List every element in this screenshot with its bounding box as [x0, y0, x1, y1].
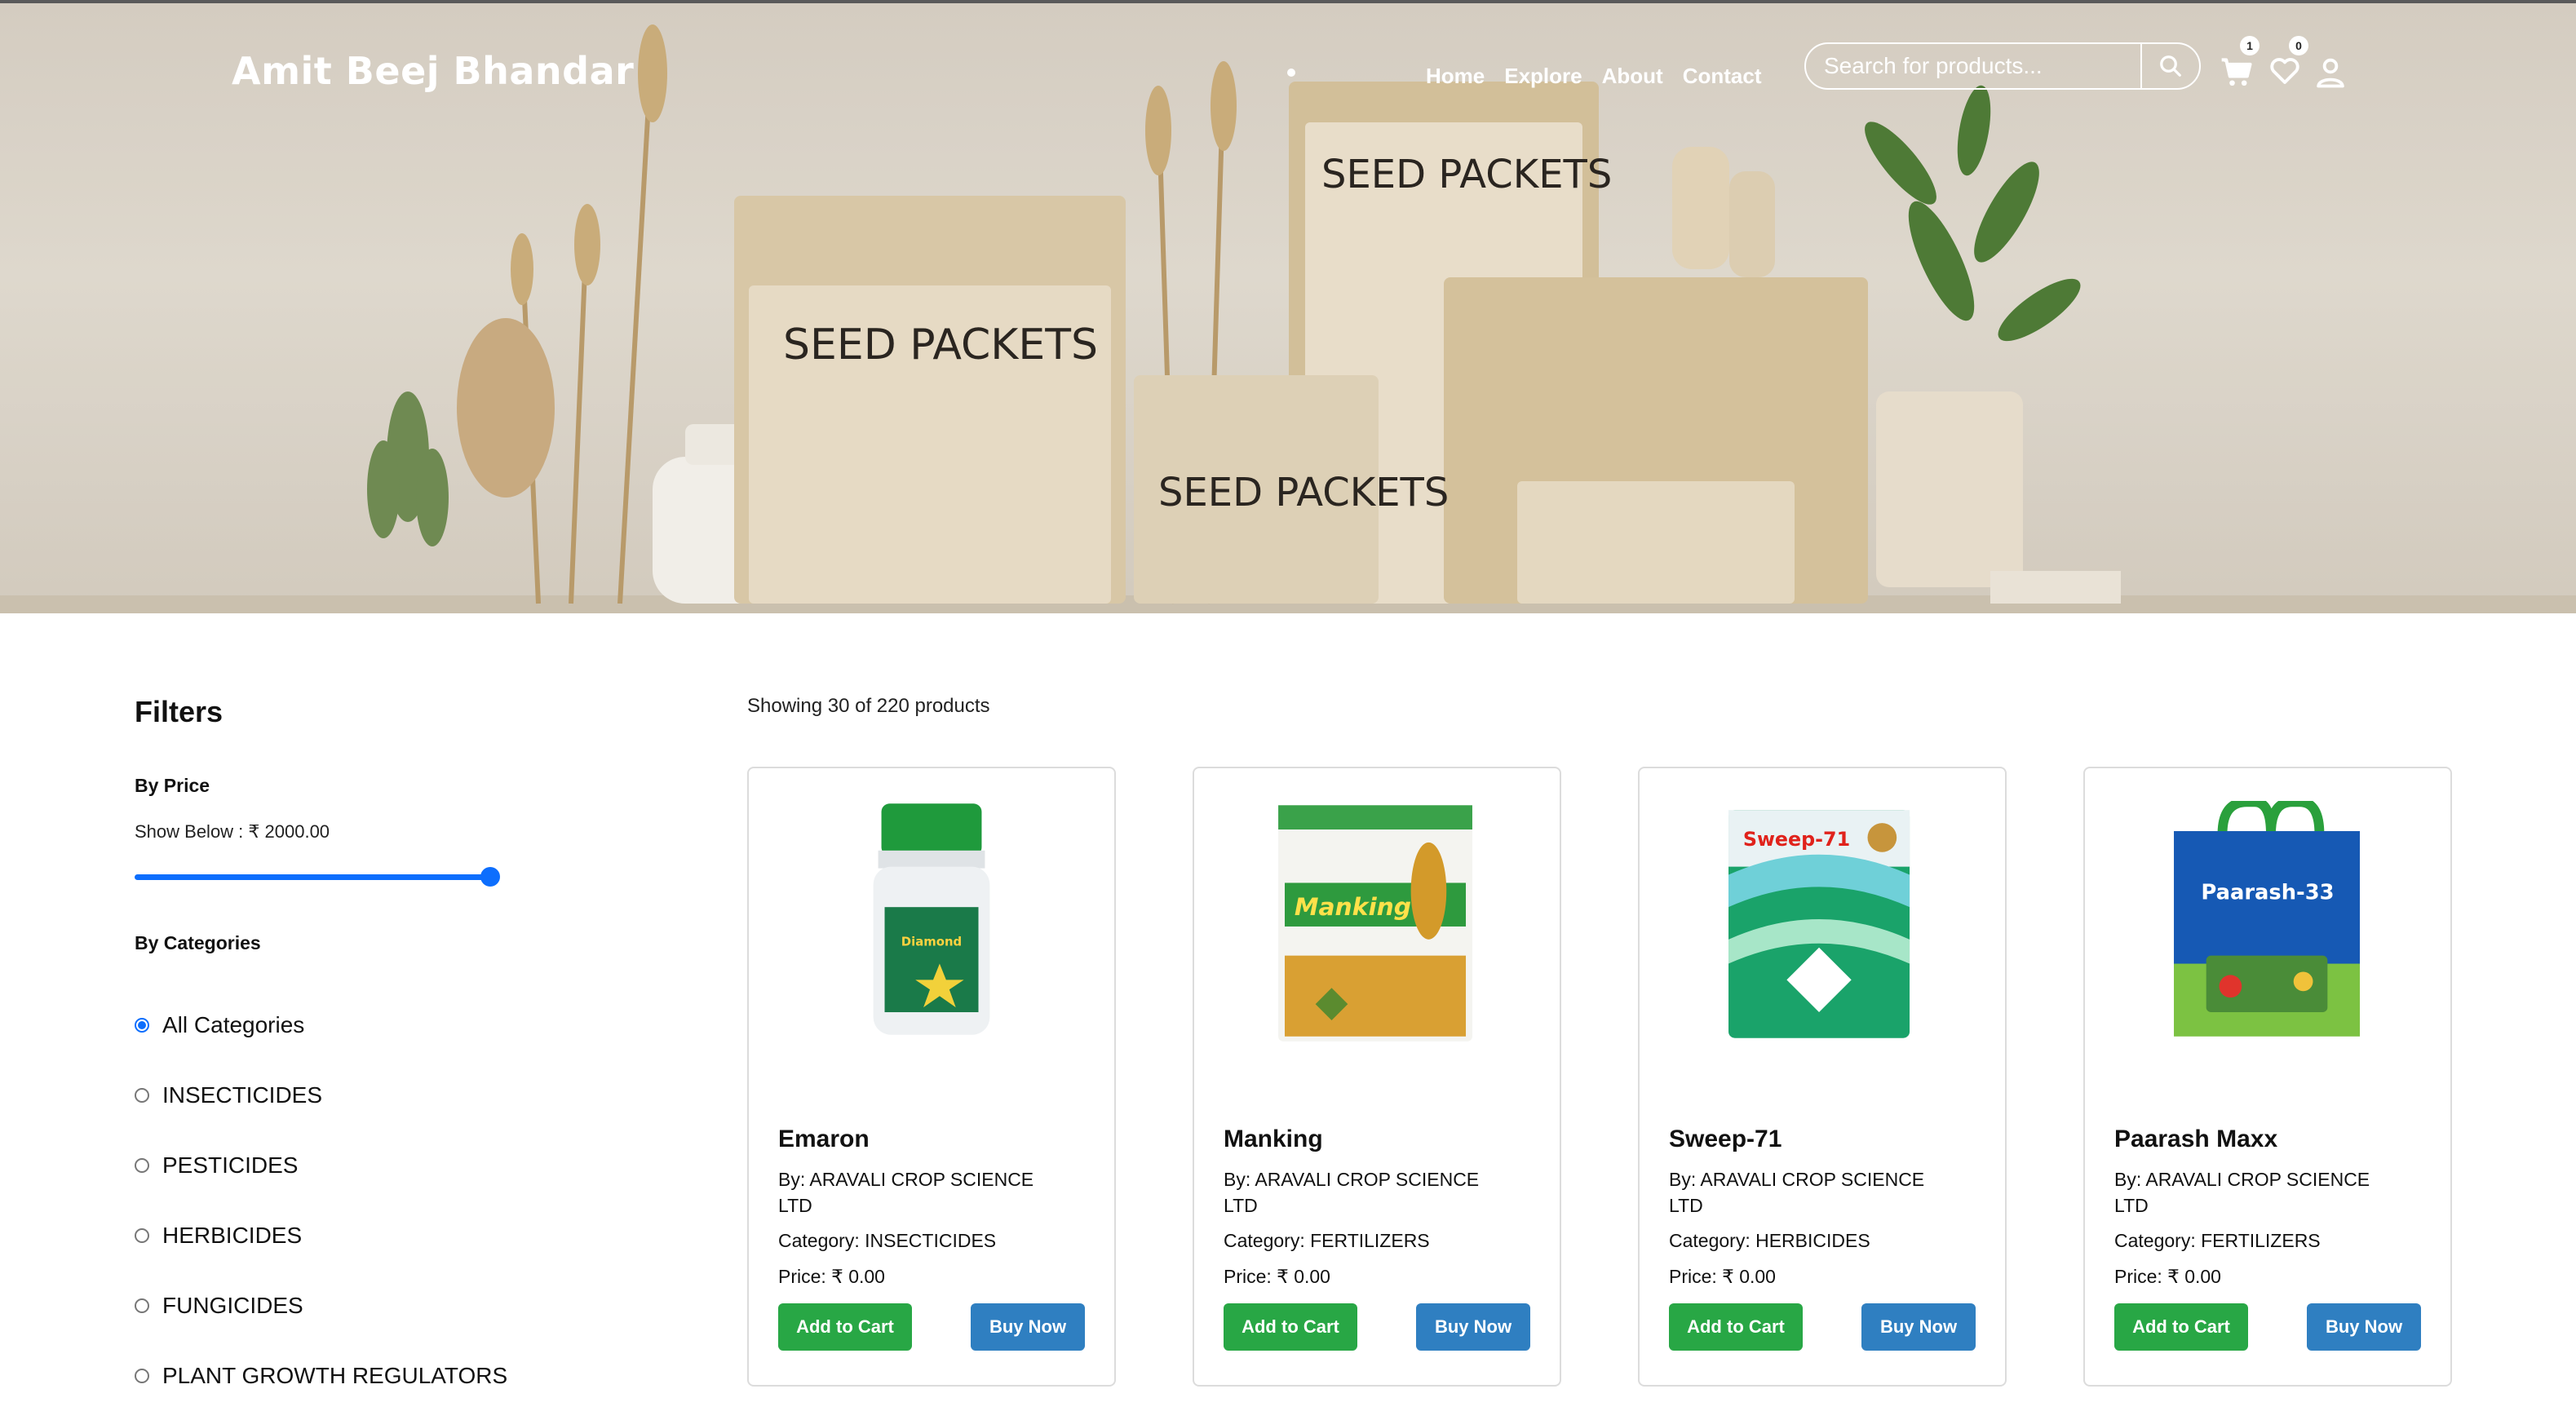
product-image[interactable]: Manking: [1194, 801, 1560, 1046]
price-filter-value: Show Below : ₹ 2000.00: [135, 821, 330, 842]
price-slider-track: [135, 874, 494, 880]
packet-label-1: SEED PACKETS: [783, 321, 1098, 369]
product-brand: By: ARAVALI CROP SCIENCE LTD: [778, 1169, 1034, 1216]
heart-icon: [2270, 58, 2299, 84]
add-to-cart-button[interactable]: Add to Cart: [2114, 1303, 2248, 1351]
filters-sidebar: Filters By Price Show Below : ₹ 2000.00 …: [135, 695, 526, 1411]
price-slider[interactable]: [135, 867, 500, 887]
product-brand: By: ARAVALI CROP SCIENCE LTD: [1224, 1169, 1480, 1216]
account-button[interactable]: [2313, 54, 2349, 90]
category-option[interactable]: FUNGICIDES: [135, 1271, 526, 1341]
product-image-label: Paarash-33: [2201, 880, 2334, 905]
buy-now-button[interactable]: Buy Now: [2307, 1303, 2421, 1351]
buy-now-button[interactable]: Buy Now: [1861, 1303, 1976, 1351]
buy-now-button[interactable]: Buy Now: [971, 1303, 1085, 1351]
price-filter-heading: By Price: [135, 775, 210, 796]
category-label: FUNGICIDES: [162, 1293, 303, 1318]
category-label: HERBICIDES: [162, 1223, 303, 1248]
category-label: All Categories: [162, 1012, 305, 1037]
category-option[interactable]: PESTICIDES: [135, 1130, 526, 1201]
nav-explore[interactable]: Explore: [1504, 64, 1582, 89]
add-to-cart-button[interactable]: Add to Cart: [1224, 1303, 1357, 1351]
brand-logo-text[interactable]: Amit Beej Bhandar: [232, 49, 634, 93]
category-radio-selected[interactable]: [135, 1018, 149, 1033]
wishlist-button[interactable]: 0: [2268, 36, 2308, 90]
cart-button[interactable]: 1: [2219, 36, 2260, 90]
category-option[interactable]: All Categories: [135, 990, 526, 1060]
product-price: Price: ₹ 0.00: [1224, 1266, 1330, 1287]
product-image-label: Diamond: [901, 935, 962, 949]
category-radio[interactable]: [135, 1298, 149, 1313]
product-brand: By: ARAVALI CROP SCIENCE LTD: [2114, 1169, 2370, 1216]
product-image-label: Manking: [1295, 893, 1411, 922]
product-name[interactable]: Sweep-71: [1669, 1126, 1782, 1153]
product-price: Price: ₹ 0.00: [1669, 1266, 1776, 1287]
price-slider-thumb[interactable]: [480, 867, 500, 887]
hero-banner: SEED PACKETS SEED PACKETS SEED PACKETS A…: [0, 0, 2576, 613]
product-category: Category: INSECTICIDES: [778, 1230, 997, 1251]
category-option[interactable]: PLANT GROWTH REGULATORS: [135, 1341, 526, 1411]
product-image[interactable]: Diamond: [749, 801, 1114, 1046]
category-option[interactable]: HERBICIDES: [135, 1201, 526, 1271]
category-option[interactable]: INSECTICIDES: [135, 1060, 526, 1130]
category-radio[interactable]: [135, 1369, 149, 1383]
product-card[interactable]: Manking Manking By: ARAVALI CROP SCIENCE…: [1193, 767, 1561, 1387]
category-label: INSECTICIDES: [162, 1082, 323, 1108]
user-icon: [2317, 58, 2344, 88]
product-category: Category: HERBICIDES: [1669, 1230, 1870, 1251]
nav-home[interactable]: Home: [1426, 64, 1485, 89]
search-icon: [2160, 55, 2181, 77]
product-image[interactable]: Sweep-71: [1640, 801, 2005, 1046]
product-card[interactable]: Paarash-33 Paarash Maxx By: ARAVALI CROP…: [2083, 767, 2452, 1387]
results-count: Showing 30 of 220 products: [747, 695, 990, 717]
product-card[interactable]: Diamond Emaron By: ARAVALI CROP SCIENCE …: [747, 767, 1116, 1387]
search-input[interactable]: [1806, 44, 2140, 88]
category-radio[interactable]: [135, 1158, 149, 1173]
add-to-cart-button[interactable]: Add to Cart: [1669, 1303, 1803, 1351]
product-category: Category: FERTILIZERS: [2114, 1230, 2321, 1251]
product-price: Price: ₹ 0.00: [778, 1266, 885, 1287]
cart-icon: [2221, 58, 2252, 86]
product-name[interactable]: Emaron: [778, 1126, 870, 1153]
product-image[interactable]: Paarash-33: [2085, 801, 2450, 1046]
category-list: All Categories INSECTICIDES PESTICIDES H…: [135, 990, 526, 1411]
filters-title: Filters: [135, 695, 224, 728]
packet-label-2: SEED PACKETS: [1321, 152, 1612, 197]
nav-indicator-dot: [1287, 69, 1295, 77]
main-nav: Home Explore About Contact: [1426, 64, 1762, 89]
product-name[interactable]: Paarash Maxx: [2114, 1126, 2277, 1153]
search-bar: [1804, 42, 2201, 90]
category-radio[interactable]: [135, 1228, 149, 1243]
add-to-cart-button[interactable]: Add to Cart: [778, 1303, 912, 1351]
nav-about[interactable]: About: [1602, 64, 1663, 89]
category-radio[interactable]: [135, 1088, 149, 1103]
category-label: PLANT GROWTH REGULATORS: [162, 1363, 508, 1388]
product-brand: By: ARAVALI CROP SCIENCE LTD: [1669, 1169, 1925, 1216]
product-name[interactable]: Manking: [1224, 1126, 1323, 1153]
product-price: Price: ₹ 0.00: [2114, 1266, 2221, 1287]
product-card[interactable]: Sweep-71 Sweep-71 By: ARAVALI CROP SCIEN…: [1638, 767, 2007, 1387]
wishlist-count-badge: 0: [2289, 36, 2308, 55]
category-label: PESTICIDES: [162, 1152, 299, 1178]
packet-label-3: SEED PACKETS: [1158, 470, 1449, 515]
cart-count-badge: 1: [2240, 36, 2260, 55]
product-category: Category: FERTILIZERS: [1224, 1230, 1430, 1251]
buy-now-button[interactable]: Buy Now: [1416, 1303, 1530, 1351]
search-button[interactable]: [2140, 44, 2199, 88]
product-image-label: Sweep-71: [1743, 828, 1850, 851]
nav-contact[interactable]: Contact: [1683, 64, 1762, 89]
category-filter-heading: By Categories: [135, 932, 261, 953]
